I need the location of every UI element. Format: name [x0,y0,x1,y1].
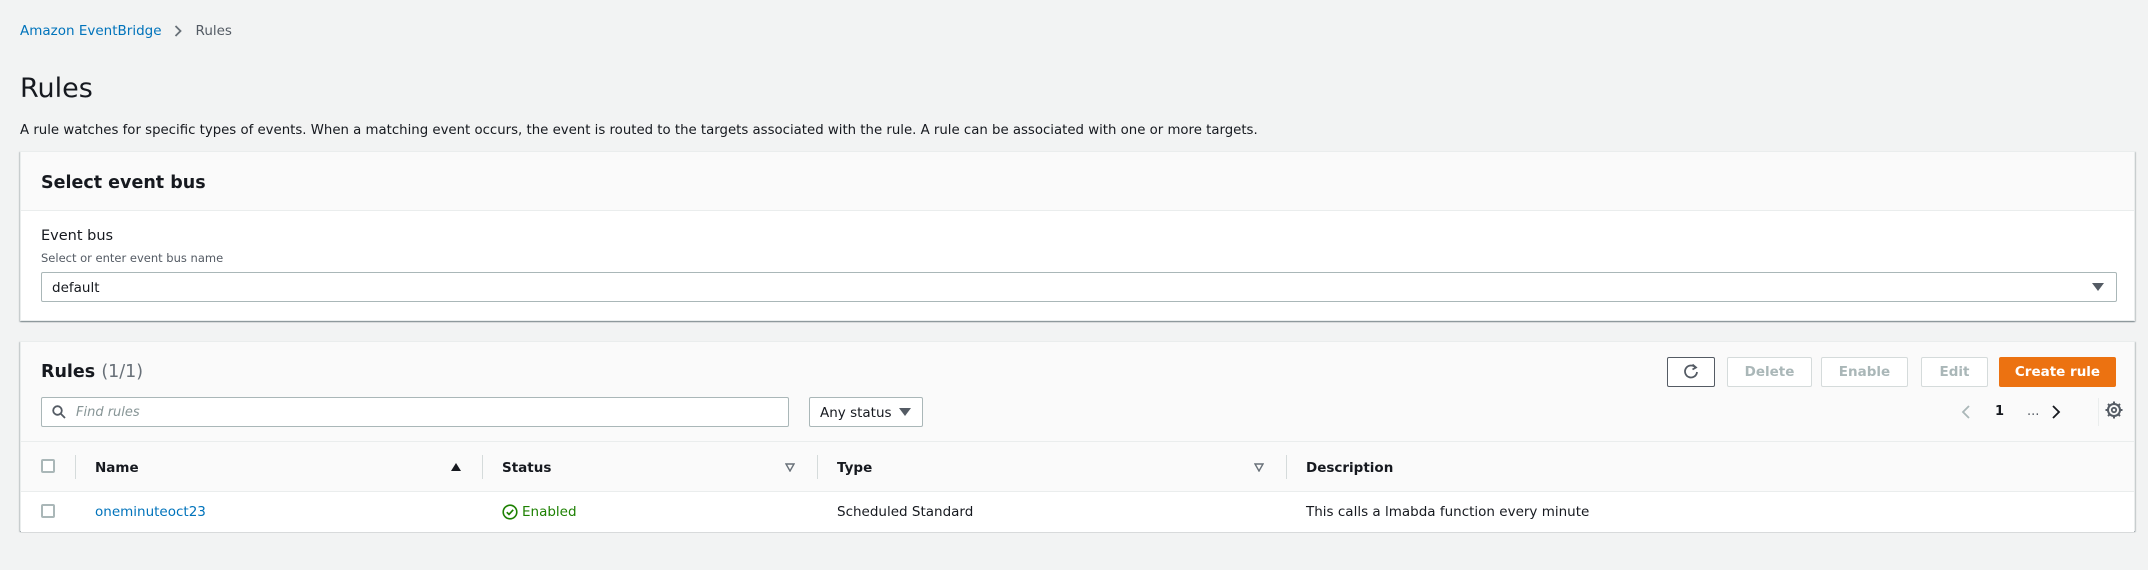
breadcrumb: Amazon EventBridge Rules [20,22,232,40]
event-bus-panel-header: Select event bus [21,152,2134,211]
table-row: oneminuteoct23 Enabled Scheduled Standar… [21,492,2134,532]
rule-type: Scheduled Standard [837,504,974,520]
enable-button[interactable]: Enable [1821,357,1908,387]
event-bus-label: Event bus [41,228,114,244]
rules-table-header: Name Status Type Description [21,442,2134,492]
pagination-divider [2098,398,2099,426]
rules-panel: Rules (1/1) Delete Enable Edit Create ru… [20,341,2135,532]
rule-description: This calls a lmabda function every minut… [1306,504,1590,520]
rule-status: Enabled [502,504,577,520]
chevron-right-icon [2052,405,2061,419]
search-input[interactable] [76,403,776,421]
column-divider [75,455,76,479]
status-filter-select[interactable]: Any status [809,397,923,427]
event-bus-panel-title: Select event bus [41,173,206,193]
rules-count: (1/1) [101,362,144,382]
event-bus-select[interactable]: default [41,272,2117,302]
column-divider [482,455,483,479]
chevron-right-icon [174,25,182,37]
next-page-button[interactable] [2051,400,2061,424]
refresh-icon [1684,363,1698,379]
breadcrumb-current: Rules [195,23,232,39]
column-header-type[interactable]: Type [837,460,872,476]
search-icon [52,405,66,419]
caret-down-icon [899,408,911,416]
sort-ascending-icon[interactable] [451,463,461,471]
column-divider [1286,455,1287,479]
event-bus-description: Select or enter event bus name [41,251,224,265]
previous-page-button[interactable] [1961,400,1971,424]
column-divider [817,455,818,479]
breadcrumb-link-eventbridge[interactable]: Amazon EventBridge [20,23,162,39]
rules-title-text: Rules [41,362,96,382]
page-title: Rules [20,73,93,104]
column-header-status[interactable]: Status [502,460,551,476]
rule-name-link[interactable]: oneminuteoct23 [95,504,206,520]
edit-button[interactable]: Edit [1921,357,1988,387]
rule-status-text: Enabled [522,504,577,520]
event-bus-select-value: default [52,280,100,296]
rules-title: Rules (1/1) [41,362,143,382]
select-all-checkbox[interactable] [41,459,55,473]
event-bus-panel: Select event bus Event bus Select or ent… [20,151,2135,321]
page-ellipsis: ... [2027,404,2040,419]
rules-panel-header: Rules (1/1) Delete Enable Edit Create ru… [21,342,2134,442]
row-checkbox[interactable] [41,504,55,518]
check-circle-icon [502,504,518,520]
sort-icon[interactable] [785,463,795,472]
refresh-button[interactable] [1667,357,1715,387]
sort-icon[interactable] [1254,463,1264,472]
page-number-1[interactable]: 1 [1995,404,2004,419]
find-rules-search[interactable] [41,397,789,427]
column-header-description[interactable]: Description [1306,460,1393,476]
gear-icon [2105,401,2123,419]
column-header-name[interactable]: Name [95,460,139,476]
caret-down-icon [2092,283,2104,291]
status-filter-value: Any status [820,405,892,421]
delete-button[interactable]: Delete [1727,357,1812,387]
page-description: A rule watches for specific types of eve… [20,123,1258,138]
preferences-button[interactable] [2104,400,2124,424]
chevron-left-icon [1961,405,1970,419]
create-rule-button[interactable]: Create rule [1999,357,2116,387]
